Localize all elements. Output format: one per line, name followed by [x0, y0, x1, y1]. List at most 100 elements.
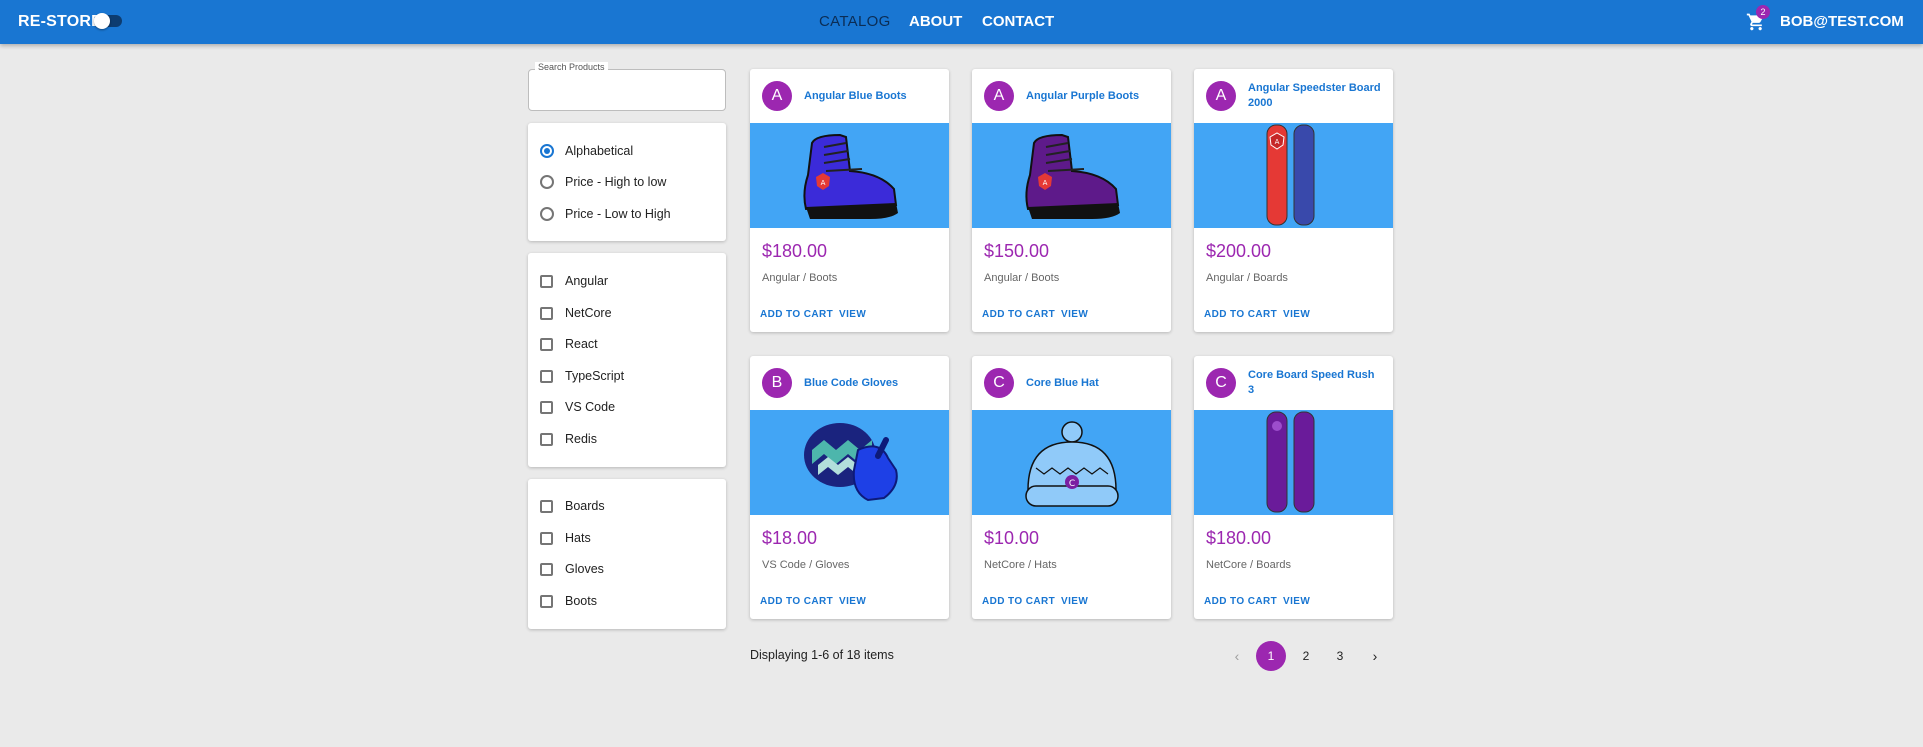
brand-filter-netcore[interactable]: NetCore: [540, 304, 612, 322]
product-title: Angular Purple Boots: [1026, 89, 1140, 102]
brand-filter-react[interactable]: React: [540, 335, 598, 353]
brand-filter-vscode[interactable]: VS Code: [540, 398, 615, 416]
product-title: Core Blue Hat: [1026, 376, 1099, 389]
product-title: Core Board Speed Rush 3: [1248, 369, 1375, 396]
product-card: B Blue Code Gloves $18.00 VS Code / Glov…: [750, 356, 949, 619]
sort-option-label: Alphabetical: [565, 144, 634, 158]
view-button[interactable]: VIEW: [1061, 309, 1088, 320]
sort-option-price-high-low[interactable]: Price - High to low: [540, 173, 666, 191]
brand-label: Angular: [565, 274, 609, 288]
sort-option-alphabetical[interactable]: Alphabetical: [540, 142, 633, 160]
product-title: Angular Blue Boots: [804, 89, 907, 102]
product-avatar: A: [762, 81, 792, 111]
view-button[interactable]: VIEW: [839, 596, 866, 607]
page-button-1[interactable]: 1: [1256, 641, 1286, 671]
type-label: Hats: [565, 531, 591, 545]
add-to-cart-button[interactable]: ADD TO CART: [760, 596, 833, 607]
brand-filter-angular[interactable]: Angular: [540, 272, 608, 290]
product-price: $180.00: [762, 241, 828, 261]
brand-filter-redis[interactable]: Redis: [540, 430, 597, 448]
product-image-purple-board: [1194, 410, 1393, 515]
product-card: C Core Board Speed Rush 3 $180.00 NetCor…: [1194, 356, 1393, 619]
radio-unchecked-icon[interactable]: [540, 175, 554, 189]
add-to-cart-button[interactable]: ADD TO CART: [982, 596, 1055, 607]
product-avatar: A: [1206, 81, 1236, 111]
product-category: Angular / Boots: [762, 272, 838, 284]
prev-page-icon[interactable]: ‹: [1222, 641, 1252, 671]
product-title: Blue Code Gloves: [804, 376, 899, 389]
user-menu[interactable]: BOB@TEST.COM: [1780, 13, 1904, 30]
product-card: A Angular Blue Boots A $180.00 Angular /…: [750, 69, 949, 332]
search-label: Search Products: [535, 62, 608, 72]
brand-label: React: [565, 337, 598, 351]
product-category: NetCore / Hats: [984, 559, 1057, 571]
svg-text:A: A: [1043, 179, 1048, 187]
checkbox-icon[interactable]: [540, 337, 553, 351]
view-button[interactable]: VIEW: [1061, 596, 1088, 607]
product-price: $200.00: [1206, 241, 1272, 261]
view-button[interactable]: VIEW: [1283, 309, 1310, 320]
page-button-2[interactable]: 2: [1291, 641, 1321, 671]
brand-label: NetCore: [565, 306, 612, 320]
product-price: $18.00: [762, 528, 818, 548]
radio-unchecked-icon[interactable]: [540, 207, 554, 221]
checkbox-icon[interactable]: [540, 562, 553, 576]
type-filter-boots[interactable]: Boots: [540, 592, 597, 610]
product-card: A Angular Speedster Board 2000 A $200.00…: [1194, 69, 1393, 332]
add-to-cart-button[interactable]: ADD TO CART: [982, 309, 1055, 320]
sort-option-price-low-high[interactable]: Price - Low to High: [540, 205, 671, 223]
product-category: VS Code / Gloves: [762, 559, 850, 571]
page-button-3[interactable]: 3: [1325, 641, 1355, 671]
product-price: $10.00: [984, 528, 1040, 548]
add-to-cart-button[interactable]: ADD TO CART: [1204, 309, 1277, 320]
checkbox-icon[interactable]: [540, 594, 553, 608]
pagination-summary: Displaying 1-6 of 18 items: [750, 648, 894, 662]
type-label: Gloves: [565, 562, 604, 576]
checkbox-icon[interactable]: [540, 306, 553, 320]
nav-catalog[interactable]: CATALOG: [819, 13, 891, 30]
product-category: Angular / Boots: [984, 272, 1060, 284]
cart-count-badge: 2: [1756, 5, 1770, 19]
next-page-icon[interactable]: ›: [1360, 641, 1390, 671]
checkbox-icon[interactable]: [540, 274, 553, 288]
sort-option-label: Price - High to low: [565, 175, 667, 189]
type-filter-boards[interactable]: Boards: [540, 497, 605, 515]
nav-contact[interactable]: CONTACT: [982, 13, 1054, 30]
type-label: Boots: [565, 594, 597, 608]
brand-filter-typescript[interactable]: TypeScript: [540, 367, 624, 385]
product-category: NetCore / Boards: [1206, 559, 1291, 571]
checkbox-icon[interactable]: [540, 432, 553, 446]
radio-checked-icon[interactable]: [540, 144, 554, 158]
brand-logo[interactable]: RE-STORE: [18, 13, 102, 31]
product-image-blue-hat: C: [972, 410, 1171, 515]
dark-mode-switch[interactable]: [94, 13, 122, 29]
checkbox-icon[interactable]: [540, 400, 553, 414]
product-avatar: A: [984, 81, 1014, 111]
type-label: Boards: [565, 499, 605, 513]
product-avatar: B: [762, 368, 792, 398]
app-bar: RE-STORE CATALOG ABOUT CONTACT 2 BOB@TES…: [0, 0, 1923, 44]
view-button[interactable]: VIEW: [1283, 596, 1310, 607]
switch-knob: [94, 13, 110, 29]
checkbox-icon[interactable]: [540, 499, 553, 513]
view-button[interactable]: VIEW: [839, 309, 866, 320]
search-input[interactable]: [536, 80, 716, 100]
checkbox-icon[interactable]: [540, 531, 553, 545]
type-filter-gloves[interactable]: Gloves: [540, 560, 604, 578]
product-price: $180.00: [1206, 528, 1272, 548]
product-avatar: C: [984, 368, 1014, 398]
nav-about[interactable]: ABOUT: [909, 13, 962, 30]
svg-text:C: C: [1069, 479, 1075, 489]
product-image-red-blue-board: A: [1194, 123, 1393, 228]
product-category: Angular / Boards: [1206, 272, 1288, 284]
product-avatar: C: [1206, 368, 1236, 398]
product-card: C Core Blue Hat C $10.00 NetCore / Hats …: [972, 356, 1171, 619]
checkbox-icon[interactable]: [540, 369, 553, 383]
brand-label: VS Code: [565, 400, 616, 414]
product-image-blue-glove: [750, 410, 949, 515]
add-to-cart-button[interactable]: ADD TO CART: [1204, 596, 1277, 607]
product-title: Angular Speedster Board 2000: [1248, 82, 1381, 109]
product-price: $150.00: [984, 241, 1050, 261]
type-filter-hats[interactable]: Hats: [540, 529, 591, 547]
add-to-cart-button[interactable]: ADD TO CART: [760, 309, 833, 320]
